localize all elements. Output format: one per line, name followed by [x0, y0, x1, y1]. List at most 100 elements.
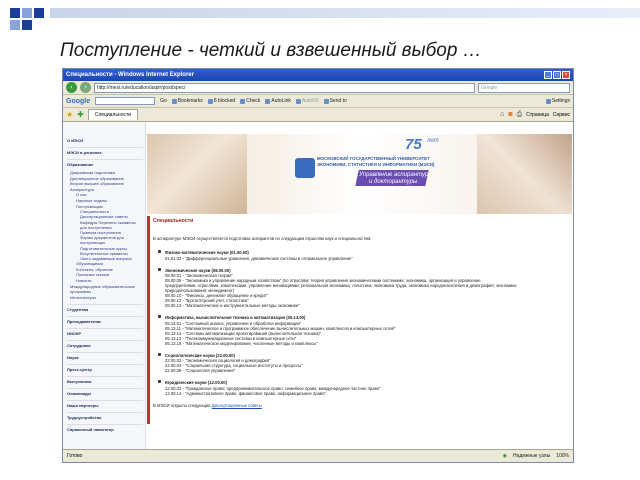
- sidebar-item[interactable]: Олимпиады: [67, 388, 143, 396]
- zoom-level[interactable]: 100%: [556, 453, 569, 459]
- sidebar-item[interactable]: Интеллектуал: [70, 295, 143, 301]
- check-label: Check: [246, 98, 261, 104]
- footer-text: В МЭСИ открыты следующие Диссертационные…: [153, 403, 565, 408]
- header-banner: МОСКОВСКИЙ ГОСУДАРСТВЕННЫЙ УНИВЕРСИТЕТ Э…: [147, 134, 572, 214]
- tools-menu[interactable]: Сервис: [553, 112, 570, 118]
- check-icon: [240, 98, 246, 104]
- sendto-icon: [323, 98, 329, 104]
- sidebar-item[interactable]: Сотрудники: [67, 340, 143, 348]
- sidebar-item[interactable]: Наши партнеры: [67, 400, 143, 408]
- check-button[interactable]: Check: [240, 98, 260, 104]
- autofill-button[interactable]: AutoFill: [295, 98, 319, 104]
- address-row: ‹ › http://mesi.ru/education/aspir/post/…: [63, 81, 573, 95]
- specialty-groups: Физико-математические науки (01.00.00) 01…: [153, 250, 565, 396]
- sidebar-item[interactable]: Образование: [67, 159, 143, 167]
- favorites-star-icon[interactable]: ★: [66, 110, 73, 119]
- footer-prefix: В МЭСИ открыты следующие: [153, 402, 212, 408]
- sidebar-item[interactable]: Студентам: [67, 304, 143, 312]
- browser-titlebar: Специальности - Windows Internet Explore…: [63, 69, 573, 81]
- sidebar-item[interactable]: О МЭСИ: [67, 138, 143, 143]
- deco-square-5: [10, 20, 20, 30]
- sendto-button[interactable]: Send to: [323, 98, 347, 104]
- specialty-group: Физико-математические науки (01.00.00) 01…: [158, 250, 565, 261]
- sidebar-item[interactable]: Справочный навигатор: [67, 424, 143, 432]
- banner-photo-right: [477, 134, 572, 214]
- mesi-logo: [295, 158, 315, 178]
- back-icon[interactable]: ‹: [66, 82, 77, 93]
- go-label: Go: [160, 98, 167, 104]
- add-favorites-icon[interactable]: ✚: [77, 110, 84, 119]
- browser-window: Специальности - Windows Internet Explore…: [62, 68, 574, 463]
- bookmarks-label: Bookmarks: [177, 98, 203, 104]
- sidebar-item[interactable]: Выпускники: [67, 376, 143, 384]
- settings-label: Settings: [551, 98, 570, 104]
- sendto-label: Send to: [329, 98, 347, 104]
- deco-square-1: [10, 8, 20, 18]
- globe-icon: ◉: [502, 453, 508, 459]
- autolink-label: AutoLink: [271, 98, 291, 104]
- anniversary-number: 75: [405, 136, 422, 153]
- sidebar-item[interactable]: МЭСИ в регионах: [67, 147, 143, 155]
- settings-button[interactable]: Settings: [545, 98, 570, 104]
- sidebar-item[interactable]: Кафедры Перечень экзамены для поступлени…: [80, 220, 143, 230]
- blocked-label: 8 blocked: [213, 98, 236, 104]
- bullet-icon: [158, 352, 161, 356]
- deco-square-3: [34, 8, 44, 18]
- page-menu[interactable]: Страница: [526, 112, 549, 118]
- star-icon: [171, 98, 177, 104]
- google-search-input[interactable]: [95, 97, 156, 105]
- main-content: Специальности В аспирантуре МЭСИ осущест…: [153, 218, 565, 408]
- specialty-item: 05.13.18 - "Математическое моделирование…: [165, 340, 318, 346]
- bullet-icon: [158, 315, 161, 318]
- accent-bar: [147, 216, 150, 424]
- banner-photo-left: [147, 134, 247, 214]
- sidebar-item[interactable]: Преподавателям: [67, 316, 143, 324]
- sidebar-item[interactable]: НИОКР: [67, 328, 143, 336]
- print-icon[interactable]: ⎙: [517, 111, 523, 119]
- specialty-group: Юридические науки (12.00.00) 12.00.03 - "…: [158, 380, 565, 396]
- specialty-item: 01.01.02 - "Дифференциальные уравнения, …: [165, 255, 353, 261]
- home-icon[interactable]: ⌂: [500, 111, 504, 118]
- bullet-icon: [158, 380, 161, 383]
- sidebar-item[interactable]: Формы документов для поступающих: [80, 235, 143, 245]
- page-heading: Специальности: [153, 218, 194, 224]
- banner-line2: ЭКОНОМИКИ, СТАТИСТИКИ И ИНФОРМАТИКИ (МЭС…: [317, 162, 435, 167]
- sidebar-item[interactable]: Наука: [67, 352, 143, 360]
- banner-line1: МОСКОВСКИЙ ГОСУДАРСТВЕННЫЙ УНИВЕРСИТЕТ: [317, 156, 430, 161]
- status-text: Готово: [67, 453, 83, 459]
- security-zone[interactable]: Надежные узлы: [513, 453, 550, 459]
- sidebar-item[interactable]: Пресс-центр: [67, 364, 143, 372]
- minimize-icon[interactable]: _: [544, 71, 552, 79]
- forward-icon[interactable]: ›: [80, 82, 91, 93]
- address-bar[interactable]: http://mesi.ru/education/aspir/post/spec…: [94, 82, 475, 93]
- slide: Поступление - четкий и взвешенный выбор …: [0, 0, 640, 480]
- go-button[interactable]: Go: [160, 98, 167, 104]
- tab-specialties[interactable]: Специальности: [87, 109, 139, 120]
- specialty-group: Социологические науки (22.00.00) 22.00.03…: [158, 352, 565, 373]
- window-title: Специальности - Windows Internet Explore…: [66, 72, 194, 78]
- autofill-icon: [295, 98, 301, 104]
- sidebar-item[interactable]: Международные образовательные программы: [70, 284, 143, 295]
- sidebar-nav: О МЭСИ МЭСИ в регионах Образование Довузовс…: [63, 122, 146, 450]
- maximize-icon[interactable]: □: [553, 71, 561, 79]
- specialty-item: 12.00.14 - "Административное право, фина…: [165, 390, 326, 396]
- page-content: О МЭСИ МЭСИ в регионах Образование Довузовс…: [63, 122, 573, 450]
- specialty-item: 08.00.13 - "Математические и инструмента…: [165, 303, 300, 308]
- search-input[interactable]: Google: [478, 82, 570, 93]
- autolink-button[interactable]: AutoLink: [265, 98, 291, 104]
- intro-text: В аспирантуре МЭСИ осуществляется подгот…: [153, 236, 372, 241]
- popup-blocked-button[interactable]: 8 blocked: [207, 98, 236, 104]
- deco-square-2: [22, 8, 32, 18]
- dissertation-councils-link[interactable]: Диссертационные советы: [212, 403, 262, 408]
- bullet-icon: [158, 250, 161, 253]
- sidebar-item[interactable]: Трудоустройство: [67, 412, 143, 420]
- wrench-icon: [545, 98, 551, 104]
- feeds-icon[interactable]: ◙: [508, 111, 512, 118]
- anniversary-suffix: лет: [427, 138, 439, 144]
- banner-ribbon-line2: и докторантуры: [369, 179, 418, 185]
- specialty-group: Информатика, вычислительная техника и ав…: [158, 315, 565, 346]
- autofill-label: AutoFill: [301, 98, 319, 104]
- bookmarks-button[interactable]: Bookmarks: [171, 98, 203, 104]
- close-icon[interactable]: ×: [562, 71, 570, 79]
- banner-ribbon-line1: Управление аспирантуры: [359, 172, 433, 178]
